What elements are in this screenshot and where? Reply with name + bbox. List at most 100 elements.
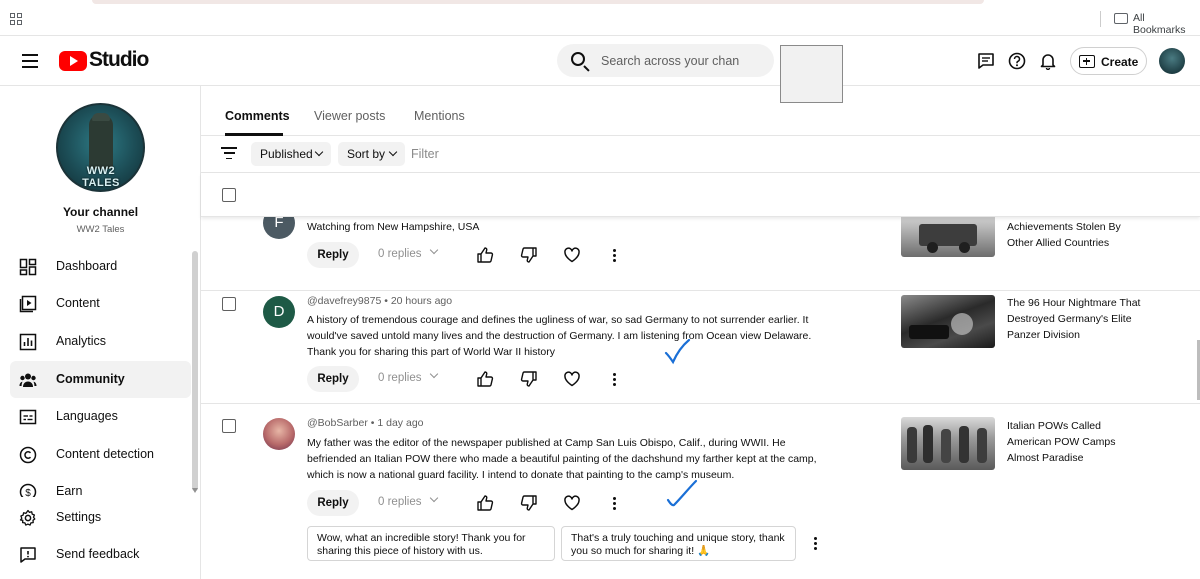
chevron-down-icon[interactable] bbox=[429, 493, 439, 503]
filter-icon[interactable] bbox=[221, 147, 237, 161]
replies-toggle[interactable]: 0 replies bbox=[378, 372, 421, 384]
person-silhouette bbox=[977, 428, 987, 463]
dislike-thumb-down-icon[interactable] bbox=[520, 494, 538, 512]
person-silhouette bbox=[959, 426, 969, 463]
comment-checkbox[interactable] bbox=[222, 419, 236, 433]
sort-by-chip[interactable]: Sort by bbox=[338, 142, 405, 166]
video-thumbnail[interactable] bbox=[901, 217, 995, 257]
sidebar-scrollbar[interactable] bbox=[192, 251, 198, 491]
apps-grid-icon[interactable] bbox=[10, 13, 22, 25]
video-title[interactable]: Achievements Stolen By Other Allied Coun… bbox=[1007, 219, 1147, 251]
reply-button[interactable]: Reply bbox=[307, 242, 359, 268]
sidebar-item-languages[interactable]: Languages bbox=[10, 398, 191, 435]
sidebar-item-content[interactable]: Content bbox=[10, 285, 191, 322]
reply-button[interactable]: Reply bbox=[307, 490, 359, 516]
earn-icon: $ bbox=[19, 483, 37, 497]
dislike-thumb-down-icon[interactable] bbox=[520, 246, 538, 264]
tab-viewer-posts[interactable]: Viewer posts bbox=[314, 109, 385, 123]
youtube-logo-icon[interactable] bbox=[59, 51, 87, 71]
sidebar-item-label: Earn bbox=[56, 484, 83, 497]
search-box[interactable] bbox=[557, 44, 774, 77]
video-title[interactable]: Italian POWs Called American POW Camps A… bbox=[1007, 418, 1147, 466]
sidebar-item-content-detection[interactable]: Content detection bbox=[10, 436, 191, 473]
reply-button[interactable]: Reply bbox=[307, 366, 359, 392]
comment-row: F Watching from New Hampshire, USA Reply… bbox=[201, 217, 1200, 291]
account-avatar[interactable] bbox=[1159, 48, 1185, 74]
comment-checkbox[interactable] bbox=[222, 297, 236, 311]
scroll-down-arrow-icon[interactable] bbox=[192, 488, 198, 493]
wheel-shape bbox=[959, 242, 970, 253]
filter-input[interactable]: Filter bbox=[411, 147, 439, 161]
suggested-reply-2[interactable]: That's a truly touching and unique story… bbox=[561, 526, 796, 561]
video-thumbnail[interactable] bbox=[901, 295, 995, 348]
report-feedback-icon bbox=[20, 547, 36, 563]
tab-comments[interactable]: Comments bbox=[225, 109, 290, 123]
like-thumb-up-icon[interactable] bbox=[476, 370, 494, 388]
chevron-down-icon bbox=[388, 147, 398, 157]
heart-icon[interactable] bbox=[563, 494, 581, 512]
sidebar-item-community[interactable]: Community bbox=[10, 361, 191, 398]
commenter-handle[interactable]: @davefrey9875 bbox=[307, 295, 381, 307]
video-title[interactable]: The 96 Hour Nightmare That Destroyed Ger… bbox=[1007, 295, 1147, 343]
sidebar-item-label: Content detection bbox=[56, 447, 154, 461]
more-options-icon[interactable] bbox=[613, 249, 617, 263]
search-input[interactable] bbox=[601, 52, 766, 70]
channel-avatar[interactable]: WW2 TALES bbox=[56, 103, 145, 192]
sidebar-item-analytics[interactable]: Analytics bbox=[10, 323, 191, 360]
bookmarks-bar: All Bookmarks bbox=[0, 0, 1200, 36]
menu-icon[interactable] bbox=[22, 54, 38, 68]
sidebar-item-label: Languages bbox=[56, 409, 118, 423]
replies-toggle[interactable]: 0 replies bbox=[378, 248, 421, 260]
sidebar: WW2 TALES Your channel WW2 Tales Dashboa… bbox=[0, 86, 201, 579]
comment-meta: @BobSarber • 1 day ago bbox=[307, 417, 424, 429]
create-button[interactable]: Create bbox=[1070, 47, 1147, 75]
sidebar-item-dashboard[interactable]: Dashboard bbox=[10, 248, 191, 285]
comment-text: My father was the editor of the newspape… bbox=[307, 437, 817, 481]
comment-text: A history of tremendous courage and defi… bbox=[307, 314, 812, 358]
heart-icon[interactable] bbox=[563, 246, 581, 264]
commenter-avatar[interactable]: F bbox=[263, 217, 295, 239]
chevron-down-icon bbox=[314, 147, 324, 157]
comments-tabs: Comments Viewer posts Mentions bbox=[201, 86, 1200, 136]
notifications-bell-icon[interactable] bbox=[1039, 52, 1057, 70]
comment-row: @BobSarber • 1 day ago My father was the… bbox=[201, 404, 1200, 579]
chevron-down-icon[interactable] bbox=[429, 245, 439, 255]
search-icon[interactable] bbox=[571, 52, 585, 66]
commenter-avatar[interactable]: D bbox=[263, 296, 295, 328]
sidebar-item-earn[interactable]: $ Earn bbox=[10, 473, 191, 497]
gear-icon bbox=[19, 509, 36, 526]
chevron-down-icon[interactable] bbox=[429, 369, 439, 379]
studio-logo-text[interactable]: Studio bbox=[89, 48, 149, 72]
published-chip-label: Published bbox=[260, 147, 313, 161]
more-options-icon[interactable] bbox=[613, 497, 617, 511]
languages-icon bbox=[19, 409, 37, 425]
sidebar-item-send-feedback[interactable]: Send feedback bbox=[10, 536, 191, 573]
more-options-icon[interactable] bbox=[613, 373, 617, 387]
suggestions-more-icon[interactable] bbox=[814, 537, 818, 551]
heart-icon[interactable] bbox=[563, 370, 581, 388]
sidebar-item-label: Analytics bbox=[56, 334, 107, 348]
all-bookmarks-link[interactable]: All Bookmarks bbox=[1133, 12, 1200, 36]
channel-avatar-text: WW2 TALES bbox=[82, 165, 120, 189]
blue-checkmark-annotation bbox=[664, 339, 691, 365]
feedback-message-icon[interactable] bbox=[977, 52, 995, 70]
filter-bar: Published Sort by Filter bbox=[201, 136, 1200, 173]
comment-meta: @davefrey9875 • 20 hours ago bbox=[307, 295, 452, 307]
address-bar-edge bbox=[92, 0, 984, 4]
like-thumb-up-icon[interactable] bbox=[476, 246, 494, 264]
dislike-thumb-down-icon[interactable] bbox=[520, 370, 538, 388]
studio-header: Studio Create bbox=[0, 36, 1200, 86]
person-silhouette bbox=[923, 425, 933, 463]
video-thumbnail[interactable] bbox=[901, 417, 995, 470]
commenter-handle[interactable]: @BobSarber bbox=[307, 417, 368, 429]
sidebar-item-settings[interactable]: Settings bbox=[10, 499, 191, 536]
suggested-reply-1[interactable]: Wow, what an incredible story! Thank you… bbox=[307, 526, 555, 561]
published-filter-chip[interactable]: Published bbox=[251, 142, 331, 166]
sidebar-item-label: Content bbox=[56, 296, 100, 310]
tab-mentions[interactable]: Mentions bbox=[414, 109, 465, 123]
select-all-checkbox[interactable] bbox=[222, 188, 236, 202]
commenter-avatar[interactable] bbox=[263, 418, 295, 450]
replies-toggle[interactable]: 0 replies bbox=[378, 496, 421, 508]
like-thumb-up-icon[interactable] bbox=[476, 494, 494, 512]
help-icon[interactable] bbox=[1008, 52, 1026, 70]
